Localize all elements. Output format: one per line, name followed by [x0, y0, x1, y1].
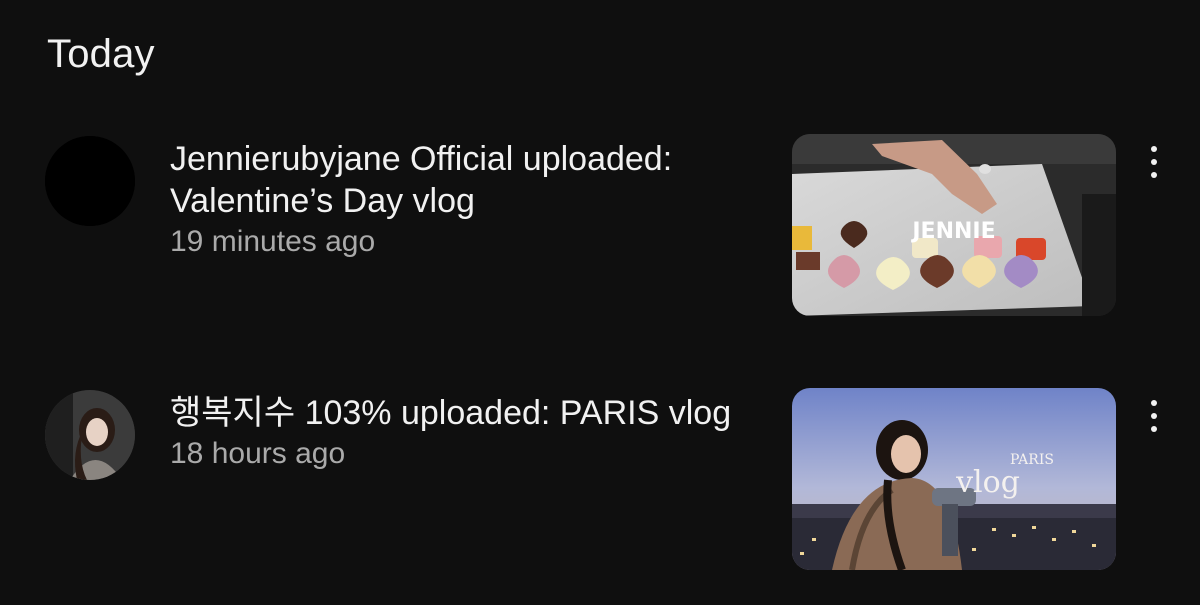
notification-title: 행복지수 103% uploaded: PARIS vlog [170, 394, 732, 432]
notification-time: 19 minutes ago [170, 225, 376, 258]
notification-title: Jennierubyjane Official uploaded: Valent… [170, 140, 673, 220]
thumbnail-overlay-text: JENNIE [910, 219, 995, 244]
video-thumbnail[interactable]: PARIS vlog [792, 388, 1116, 570]
notification-text[interactable]: 행복지수 103% uploaded: PARIS vlog 18 hours … [170, 392, 750, 474]
notification-item[interactable]: 행복지수 103% uploaded: PARIS vlog 18 hours … [0, 388, 1200, 578]
section-title: Today [47, 32, 155, 76]
thumbnail-overlay-bottom: vlog [955, 465, 1020, 500]
more-vert-icon[interactable] [1136, 394, 1172, 438]
channel-avatar[interactable] [45, 136, 135, 226]
notification-item[interactable]: Jennierubyjane Official uploaded: Valent… [0, 134, 1200, 324]
video-thumbnail[interactable]: JENNIE [792, 134, 1116, 316]
notification-time: 18 hours ago [170, 437, 346, 470]
notification-text[interactable]: Jennierubyjane Official uploaded: Valent… [170, 138, 750, 262]
more-vert-icon[interactable] [1136, 140, 1172, 184]
channel-avatar[interactable] [45, 390, 135, 480]
